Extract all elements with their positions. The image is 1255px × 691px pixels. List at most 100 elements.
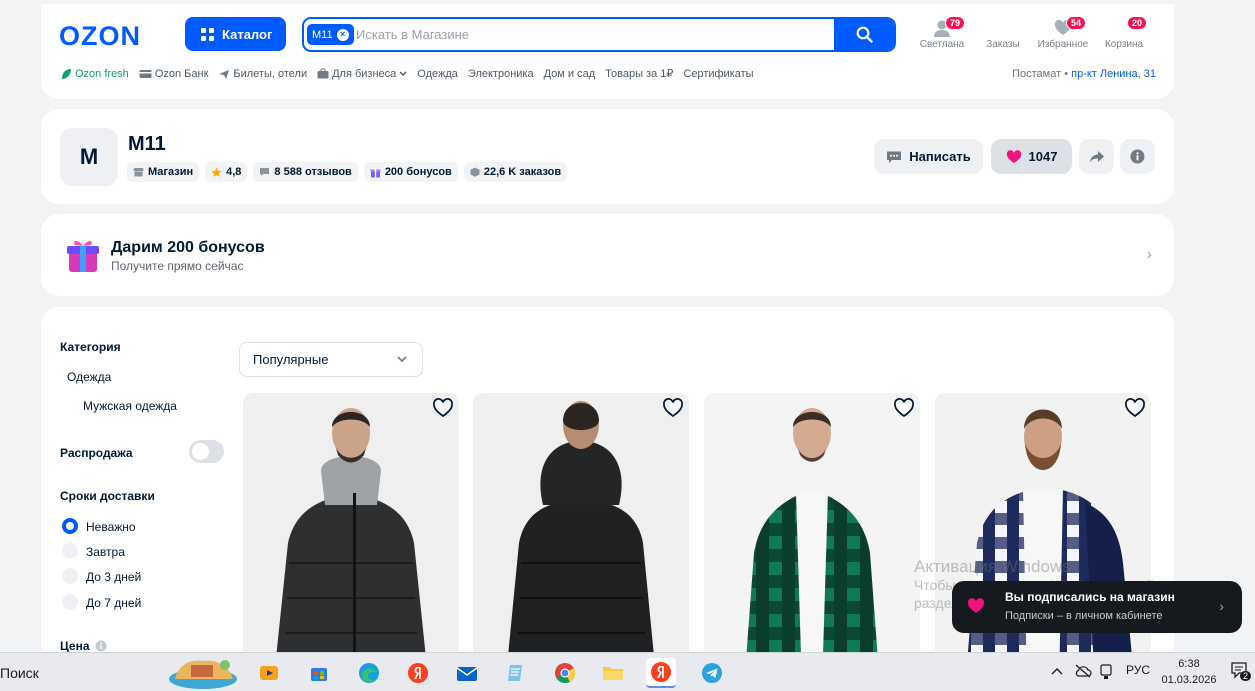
nav-ozon-fresh[interactable]: Ozon fresh (60, 68, 129, 80)
gift-icon (370, 169, 381, 177)
store-filter-chip[interactable]: М11 × (307, 24, 354, 45)
product-card[interactable] (935, 393, 1151, 687)
product-card[interactable] (704, 393, 920, 687)
bonus-banner[interactable]: Дарим 200 бонусов Получите прямо сейчас … (41, 214, 1174, 296)
subcategory-item[interactable]: Мужская одежда (83, 399, 177, 413)
search-button[interactable] (834, 19, 894, 50)
nav-ozon-bank[interactable]: Ozon Банк (139, 68, 208, 80)
taskbar-yandex-browser[interactable] (403, 658, 433, 688)
yandex-icon (408, 663, 428, 683)
delivery-label-any[interactable]: Неважно (86, 520, 136, 534)
profile-badge: 79 (945, 16, 966, 30)
mail-icon (456, 667, 478, 681)
taskbar-clock[interactable]: 6:38 01.03.2026 (1160, 656, 1218, 688)
toast-text: Подписки – в личном кабинете (1005, 610, 1163, 622)
sort-selected: Популярные (253, 352, 329, 367)
bonus-title: Дарим 200 бонусов (111, 239, 265, 256)
chip-label: М11 (312, 28, 333, 41)
notepad-icon (508, 665, 522, 681)
category-item[interactable]: Одежда (67, 370, 111, 384)
price-filter-title: Цена (60, 639, 107, 653)
folder-icon (603, 667, 623, 680)
profile-link[interactable]: 79 Светлана (912, 16, 972, 50)
taskbar-media-player[interactable] (254, 658, 284, 688)
subscribe-button[interactable]: 1047 (991, 139, 1072, 174)
product-card[interactable] (243, 393, 459, 687)
ozon-logo[interactable]: OZON (59, 21, 141, 52)
taskbar-edge[interactable] (354, 658, 384, 688)
delivery-filter-title: Сроки доставки (60, 489, 155, 503)
favorite-heart-icon[interactable] (893, 398, 915, 418)
taskbar-file-explorer[interactable] (598, 658, 628, 688)
product-image (935, 393, 1151, 687)
catalog-button[interactable]: Каталог (185, 17, 286, 51)
sale-toggle[interactable] (189, 440, 224, 463)
help-icon[interactable] (95, 640, 107, 652)
taskbar-store[interactable] (304, 658, 334, 688)
category-filter-title: Категория (60, 340, 121, 354)
cloud-off-icon[interactable] (1074, 664, 1092, 678)
sort-dropdown[interactable]: Популярные (239, 342, 423, 377)
telegram-icon (702, 663, 722, 683)
favorite-heart-icon[interactable] (662, 398, 684, 418)
write-message-button[interactable]: Написать (874, 139, 983, 174)
search-input[interactable] (356, 19, 826, 50)
nav-electronics[interactable]: Электроника (468, 68, 534, 80)
delivery-radio-7days[interactable] (62, 594, 78, 610)
shop-type-badge: Магазин (127, 162, 200, 182)
bonus-subtitle: Получите прямо сейчас (111, 259, 244, 273)
address-value[interactable]: пр-кт Ленина, 31 (1071, 68, 1156, 80)
taskbar-mail[interactable] (452, 658, 482, 688)
delivery-radio-3days[interactable] (62, 568, 78, 584)
notification-center[interactable]: 2 (1230, 661, 1252, 684)
share-button[interactable] (1079, 139, 1114, 174)
chevron-right-icon: › (1219, 598, 1224, 614)
nav-certificates[interactable]: Сертификаты (683, 68, 753, 80)
header-nav: Ozon fresh Ozon Банк Билеты, отели Для б… (60, 67, 754, 80)
chrome-icon (555, 663, 576, 684)
nav-clothing[interactable]: Одежда (417, 68, 458, 80)
product-image (243, 393, 459, 687)
nav-home-garden[interactable]: Дом и сад (544, 68, 596, 80)
nav-business[interactable]: Для бизнеса (317, 68, 407, 80)
taskbar-yandex-active[interactable] (646, 658, 676, 688)
sale-filter-label: Распродажа (60, 446, 133, 460)
delivery-label-3days[interactable]: До 3 дней (86, 570, 141, 584)
chip-close-icon[interactable]: × (336, 28, 349, 41)
delivery-label-7days[interactable]: До 7 дней (86, 596, 141, 610)
nav-tickets[interactable]: Билеты, отели (218, 68, 307, 80)
notification-count: 2 (1240, 671, 1252, 681)
box-icon (996, 23, 1010, 35)
delivery-radio-any[interactable] (62, 518, 78, 534)
plane-icon (219, 69, 230, 79)
network-icon[interactable] (1099, 664, 1113, 680)
address-separator: • (1064, 68, 1069, 80)
info-button[interactable] (1120, 139, 1155, 174)
grid-icon (201, 27, 214, 41)
product-card[interactable] (473, 393, 689, 687)
taskbar-chrome[interactable] (550, 658, 580, 688)
taskbar-telegram[interactable] (697, 658, 727, 688)
taskbar-notes[interactable] (501, 658, 531, 688)
favorites-link[interactable]: 54 Избранное (1033, 16, 1093, 50)
heart-filled-icon (967, 598, 985, 613)
input-language[interactable]: РУС (1126, 663, 1150, 677)
chevron-down-icon (399, 71, 407, 76)
search-highlight-image (169, 660, 237, 689)
taskbar-search[interactable]: Поиск (0, 665, 39, 681)
nav-items-1rub[interactable]: Товары за 1₽ (605, 67, 673, 80)
profile-label: Светлана (919, 39, 965, 50)
delivery-radio-tomorrow[interactable] (62, 543, 78, 559)
chevron-up-icon[interactable] (1051, 666, 1063, 676)
orders-label: Заказы (986, 39, 1020, 50)
shop-orders-badge: 22,6 K заказов (463, 162, 568, 182)
favorite-heart-icon[interactable] (432, 398, 454, 418)
write-label: Написать (909, 149, 971, 164)
delivery-address[interactable]: Постамат • пр-кт Ленина, 31 (1012, 68, 1156, 80)
favorite-heart-icon[interactable] (1124, 398, 1146, 418)
delivery-label-tomorrow[interactable]: Завтра (86, 545, 125, 559)
subscription-toast[interactable]: Вы подписались на магазин Подписки – в л… (952, 581, 1242, 633)
orders-link[interactable]: Заказы (973, 19, 1033, 50)
shop-reviews-badge[interactable]: 8 588 отзывов (253, 162, 358, 182)
cart-link[interactable]: 20 Корзина (1094, 16, 1154, 50)
